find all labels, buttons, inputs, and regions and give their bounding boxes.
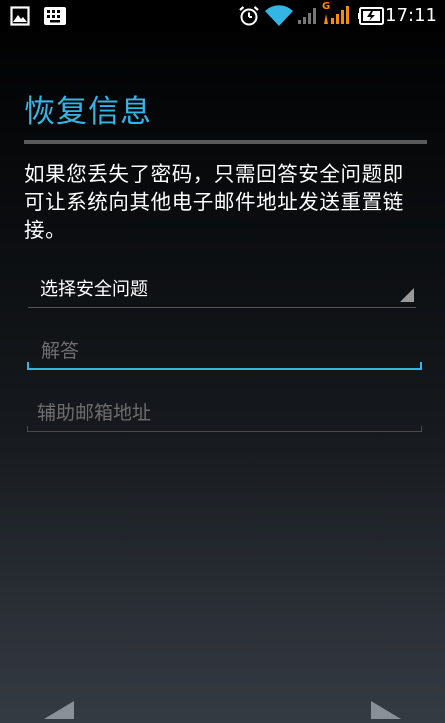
select-underline (28, 307, 416, 308)
wifi-icon (265, 5, 293, 31)
image-icon (10, 6, 30, 30)
answer-input-tick-left (27, 362, 29, 370)
keyboard-icon (44, 7, 66, 29)
answer-input-underline (27, 368, 422, 370)
status-time: 17:11 (385, 5, 437, 26)
signal-icon (323, 6, 351, 30)
answer-input-tick-right (420, 362, 422, 370)
answer-input[interactable]: 解答 (27, 332, 422, 370)
alarm-icon (238, 5, 260, 31)
answer-input-placeholder: 解答 (41, 340, 80, 362)
backup-email-placeholder: 辅助邮箱地址 (37, 402, 152, 424)
backup-email-tick-right (421, 426, 422, 432)
back-arrow-icon[interactable] (44, 701, 74, 723)
security-question-select[interactable]: 选择安全问题 (28, 272, 416, 308)
backup-email-input[interactable]: 辅助邮箱地址 (27, 394, 422, 432)
battery-icon (358, 7, 384, 29)
page-title: 恢复信息 (24, 94, 152, 130)
status-bar: G 17:11 (0, 0, 445, 32)
dropdown-triangle-icon (400, 287, 414, 306)
backup-email-underline (27, 431, 422, 432)
signal-icon-secondary (298, 6, 320, 28)
security-question-selected-value: 选择安全问题 (40, 279, 148, 300)
backup-email-tick-left (27, 426, 28, 432)
title-divider (24, 140, 427, 144)
recovery-info-screen: G 17:11 恢复信息 如果您丢失了密码，只需回答安全问题即可让系统向其他电子… (0, 0, 445, 723)
next-arrow-icon[interactable] (371, 701, 401, 723)
page-description: 如果您丢失了密码，只需回答安全问题即可让系统向其他电子邮件地址发送重置链接。 (24, 162, 404, 242)
